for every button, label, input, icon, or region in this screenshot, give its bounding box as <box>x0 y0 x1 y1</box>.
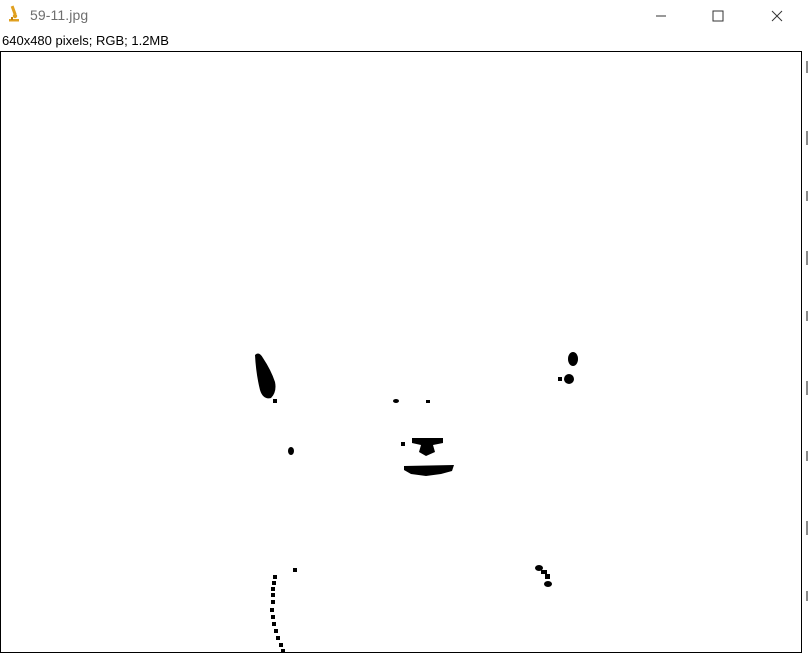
image-info-label: 640x480 pixels; RGB; 1.2MB <box>2 33 169 48</box>
image-blob <box>545 574 550 579</box>
image-blob <box>544 581 552 587</box>
image-blob <box>412 438 443 456</box>
image-canvas[interactable] <box>0 51 802 653</box>
image-blob <box>288 447 294 455</box>
image-blob <box>401 442 405 446</box>
image-blob <box>393 399 399 403</box>
image-blob <box>558 377 562 381</box>
image-blob <box>568 352 578 366</box>
minimize-button[interactable] <box>638 0 684 31</box>
title-bar[interactable]: 59-11.jpg <box>0 0 809 31</box>
close-icon <box>771 10 783 22</box>
image-blob <box>273 399 277 403</box>
microscope-icon <box>6 5 22 23</box>
maximize-button[interactable] <box>695 0 741 31</box>
close-button[interactable] <box>754 0 800 31</box>
maximize-icon <box>712 10 724 22</box>
window-title: 59-11.jpg <box>30 7 89 23</box>
dotted-curve <box>270 575 285 652</box>
image-blob <box>255 353 276 399</box>
image-blob <box>404 465 454 476</box>
image-blob <box>564 374 574 384</box>
binary-image <box>255 352 578 652</box>
window-right-edge <box>803 51 809 655</box>
image-blob <box>293 568 297 572</box>
image-blob <box>426 400 430 403</box>
minimize-icon <box>655 10 667 22</box>
image-blob <box>541 570 547 574</box>
